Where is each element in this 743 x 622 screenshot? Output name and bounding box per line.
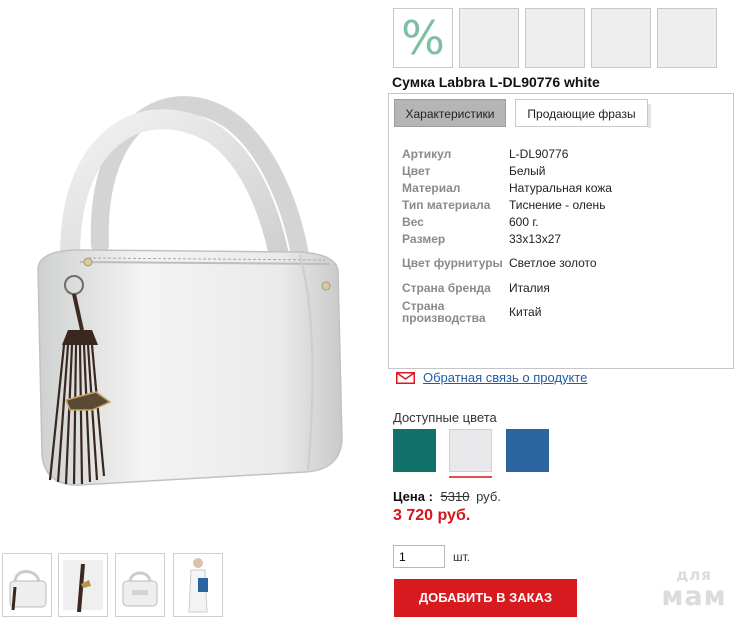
spec-value: 33х13х27 <box>509 231 562 246</box>
spec-label: Цвет <box>402 163 431 178</box>
percent-icon: % <box>401 11 445 65</box>
tab-selling-phrases[interactable]: Продающие фразы <box>515 99 651 128</box>
spec-label: Размер <box>402 231 446 246</box>
spec-row: Страна производства Китай <box>402 296 722 328</box>
add-to-order-button[interactable]: ДОБАВИТЬ В ЗАКАЗ <box>394 579 577 617</box>
spec-row: Страна бренда Италия <box>402 279 722 296</box>
spec-row: Цвет Белый <box>402 162 722 179</box>
new-price: 3 720 руб. <box>393 507 471 524</box>
spec-value: 600 г. <box>509 214 539 229</box>
spec-value: Натуральная кожа <box>509 180 612 195</box>
empty-badge <box>657 8 717 68</box>
spec-label: Артикул <box>402 146 452 161</box>
tab-characteristics[interactable]: Характеристики <box>394 99 506 127</box>
available-colors-title: Доступные цвета <box>393 410 497 425</box>
spec-value: Белый <box>509 163 546 178</box>
spec-value: Тиснение - олень <box>509 197 606 212</box>
thumbnail-bag-on-model[interactable] <box>173 553 223 617</box>
spec-label: Страна производства <box>402 299 486 325</box>
spec-label: Материал <box>402 180 461 195</box>
envelope-icon <box>396 371 415 384</box>
watermark-logo: для мам <box>654 568 734 612</box>
spec-label: Страна бренда <box>402 280 491 295</box>
quantity-input[interactable] <box>393 545 445 568</box>
spec-row: Вес 600 г. <box>402 213 722 230</box>
thumbnail-bag-back[interactable] <box>115 553 165 617</box>
spec-value: Светлое золото <box>509 256 597 270</box>
spec-row: Тип материала Тиснение - олень <box>402 196 722 213</box>
main-product-image <box>0 0 385 540</box>
old-price-currency: руб. <box>476 489 501 504</box>
thumbnail-bag-front[interactable] <box>2 553 52 617</box>
empty-badge <box>525 8 585 68</box>
feedback-link[interactable]: Обратная связь о продукте <box>423 370 587 385</box>
color-swatch-blue[interactable] <box>506 429 549 472</box>
spec-value: L-DL90776 <box>509 146 569 161</box>
feedback-link-row: Обратная связь о продукте <box>396 370 587 385</box>
thumbnail-bag-side-tassel[interactable] <box>58 553 108 617</box>
color-swatch-white[interactable] <box>449 429 492 472</box>
discount-badge: % <box>393 8 453 68</box>
spec-label: Тип материала <box>402 197 491 212</box>
spec-row: Артикул L-DL90776 <box>402 145 722 162</box>
old-price: 5310 <box>440 489 470 504</box>
spec-row: Материал Натуральная кожа <box>402 179 722 196</box>
spec-value: Китай <box>509 305 542 319</box>
spec-row: Размер 33х13х27 <box>402 230 722 247</box>
selected-color-indicator <box>449 476 492 478</box>
color-swatch-teal[interactable] <box>393 429 436 472</box>
spec-label: Вес <box>402 214 424 229</box>
quantity-unit: шт. <box>453 550 471 564</box>
price-label: Цена : <box>393 489 433 504</box>
empty-badge <box>591 8 651 68</box>
spec-label: Цвет фурнитуры <box>402 256 503 270</box>
spec-row: Цвет фурнитуры Светлое золото <box>402 247 722 279</box>
product-title: Сумка Labbra L-DL90776 white <box>392 74 600 90</box>
price-row: Цена : 5310 руб. <box>393 489 501 504</box>
specs-table: Артикул L-DL90776 Цвет Белый Материал На… <box>402 145 722 328</box>
watermark-bottom-text: мам <box>661 581 727 612</box>
spec-value: Италия <box>509 280 550 295</box>
empty-badge <box>459 8 519 68</box>
